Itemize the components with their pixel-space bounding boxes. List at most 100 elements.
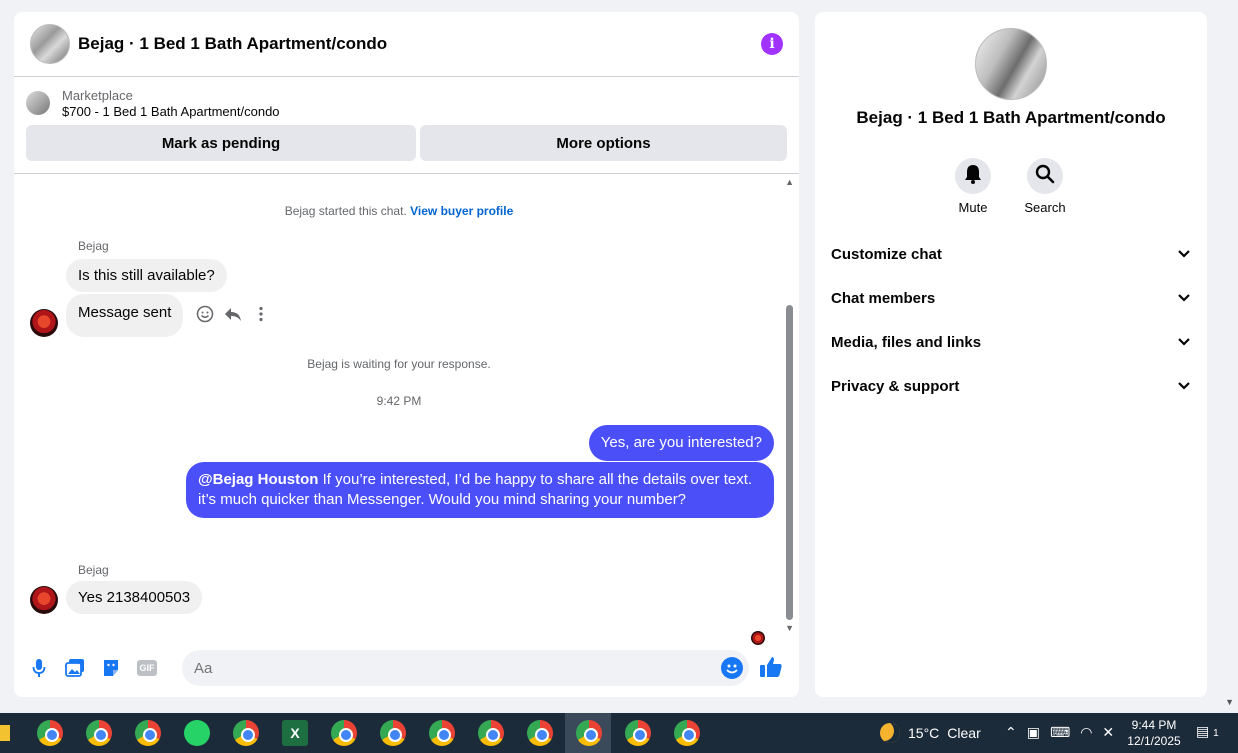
system-clock[interactable]: 9:44 PM 12/1/2025 xyxy=(1124,717,1184,749)
outgoing-message[interactable]: Yes, are you interested? xyxy=(588,425,774,461)
chat-info-panel: Bejag · 1 Bed 1 Bath Apartment/condo Mut… xyxy=(815,12,1207,697)
message-thread: Bejag started this chat. View buyer prof… xyxy=(14,175,799,645)
sender-name: Bejag xyxy=(78,239,109,253)
wifi-icon[interactable]: ◠ xyxy=(1080,724,1092,741)
reply-icon[interactable] xyxy=(224,305,242,328)
clock-date: 12/1/2025 xyxy=(1127,734,1181,748)
clock-time: 9:44 PM xyxy=(1131,718,1177,732)
chrome-icon[interactable] xyxy=(674,720,700,746)
temperature: 15°C xyxy=(908,725,940,741)
incoming-message[interactable]: Is this still available? xyxy=(66,259,227,292)
page-scrollbar[interactable]: ▼ xyxy=(1221,0,1238,713)
incoming-message[interactable]: Yes 2138400503 xyxy=(66,581,203,614)
thread-scrollbar[interactable] xyxy=(786,305,793,620)
section-label: Media, files and links xyxy=(831,333,982,351)
page-scroll-down-arrow[interactable]: ▼ xyxy=(1225,697,1234,707)
waiting-note: Bejag is waiting for your response. xyxy=(307,357,491,371)
chat-started-note: Bejag started this chat. View buyer prof… xyxy=(14,204,784,218)
notification-center[interactable]: ▤ 1 xyxy=(1196,723,1219,740)
windows-taskbar: X 15°C Clear ⌃ ▣ ⌨ ◠ ✕ 9:44 PM 12/1/2025… xyxy=(0,713,1238,753)
sender-avatar[interactable] xyxy=(30,586,58,614)
info-icon[interactable]: i xyxy=(761,33,783,55)
mention[interactable]: @Bejag Houston xyxy=(198,471,318,488)
gif-icon[interactable]: GIF xyxy=(136,657,158,679)
message-composer: GIF xyxy=(14,639,799,697)
mute-button[interactable]: Mute xyxy=(943,158,1003,215)
chrome-icon[interactable] xyxy=(135,720,161,746)
listing-thumbnail xyxy=(26,91,50,115)
meet-icon[interactable]: ▣ xyxy=(1027,724,1040,741)
info-panel-title: Bejag · 1 Bed 1 Bath Apartment/condo xyxy=(856,108,1166,127)
chrome-icon[interactable] xyxy=(86,720,112,746)
section-label: Customize chat xyxy=(831,245,942,263)
emoji-icon[interactable] xyxy=(721,657,743,679)
sender-name: Bejag xyxy=(78,563,109,577)
search-icon xyxy=(1035,164,1055,189)
chrome-icon[interactable] xyxy=(233,720,259,746)
chevron-down-icon xyxy=(1177,378,1191,395)
weather-condition: Clear xyxy=(947,725,981,741)
chrome-icon[interactable] xyxy=(331,720,357,746)
mute-label: Mute xyxy=(958,200,988,215)
media-files-links-section[interactable]: Media, files and links xyxy=(831,330,1191,354)
listing-avatar[interactable] xyxy=(30,24,70,64)
thumbs-up-icon[interactable] xyxy=(759,655,785,681)
chrome-icon[interactable] xyxy=(576,720,602,746)
whatsapp-icon[interactable] xyxy=(184,720,210,746)
microphone-icon[interactable] xyxy=(28,657,50,679)
gif-label: GIF xyxy=(137,660,157,676)
sender-avatar[interactable] xyxy=(30,309,58,337)
chrome-icon[interactable] xyxy=(527,720,553,746)
chrome-icon[interactable] xyxy=(380,720,406,746)
listing-label: Marketplace xyxy=(62,88,133,103)
listing-summary[interactable]: Marketplace $700 - 1 Bed 1 Bath Apartmen… xyxy=(26,87,787,119)
volume-muted-icon[interactable]: ✕ xyxy=(1102,724,1114,741)
message-input[interactable] xyxy=(182,650,749,686)
outgoing-message[interactable]: @Bejag Houston If you’re interested, I’d… xyxy=(186,462,774,518)
chrome-icon[interactable] xyxy=(625,720,651,746)
more-options-button[interactable]: More options xyxy=(420,125,787,161)
message-timestamp: 9:42 PM xyxy=(376,394,422,408)
search-label: Search xyxy=(1024,200,1066,215)
section-label: Chat members xyxy=(831,289,936,307)
system-tray: ⌃ ▣ ⌨ ◠ ✕ xyxy=(1005,724,1114,741)
excel-icon[interactable]: X xyxy=(282,720,308,746)
chevron-up-icon[interactable]: ⌃ xyxy=(1005,724,1017,741)
notification-count: 1 xyxy=(1213,728,1219,739)
chat-panel: Bejag · 1 Bed 1 Bath Apartment/condo i M… xyxy=(14,12,799,697)
weather-widget[interactable]: 15°C Clear xyxy=(880,723,981,743)
view-buyer-profile-link[interactable]: View buyer profile xyxy=(410,204,513,218)
chrome-icon[interactable] xyxy=(478,720,504,746)
chat-header: Bejag · 1 Bed 1 Bath Apartment/condo i xyxy=(14,12,799,77)
chevron-down-icon xyxy=(1177,334,1191,351)
profile-avatar[interactable] xyxy=(975,28,1047,100)
customize-chat-section[interactable]: Customize chat xyxy=(831,242,1191,266)
moon-icon xyxy=(880,723,900,743)
bell-icon xyxy=(964,164,982,189)
chevron-down-icon xyxy=(1177,246,1191,263)
sticker-icon[interactable] xyxy=(100,657,122,679)
notification-icon: ▤ xyxy=(1196,723,1210,739)
marketplace-listing: Marketplace $700 - 1 Bed 1 Bath Apartmen… xyxy=(14,77,799,174)
privacy-support-section[interactable]: Privacy & support xyxy=(831,374,1191,398)
scroll-up-arrow[interactable]: ▲ xyxy=(785,177,794,187)
scroll-down-arrow[interactable]: ▼ xyxy=(785,623,794,633)
chat-title[interactable]: Bejag · 1 Bed 1 Bath Apartment/condo xyxy=(78,34,387,54)
composer-input-wrap xyxy=(182,650,749,686)
chevron-down-icon xyxy=(1177,290,1191,307)
section-label: Privacy & support xyxy=(831,377,960,395)
chrome-icon[interactable] xyxy=(37,720,63,746)
input-method-icon[interactable]: ⌨ xyxy=(1050,724,1070,741)
mark-as-pending-button[interactable]: Mark as pending xyxy=(26,125,416,161)
message-actions xyxy=(196,305,270,328)
search-button[interactable]: Search xyxy=(1015,158,1075,215)
incoming-message[interactable]: Message sent xyxy=(66,294,184,337)
react-icon[interactable] xyxy=(196,305,214,328)
chat-members-section[interactable]: Chat members xyxy=(831,286,1191,310)
chat-started-text: Bejag started this chat. xyxy=(284,204,407,218)
file-explorer-icon[interactable] xyxy=(0,725,10,741)
more-icon[interactable] xyxy=(252,305,270,328)
chrome-icon[interactable] xyxy=(429,720,455,746)
photo-icon[interactable] xyxy=(64,657,86,679)
listing-name: $700 - 1 Bed 1 Bath Apartment/condo xyxy=(62,104,280,119)
